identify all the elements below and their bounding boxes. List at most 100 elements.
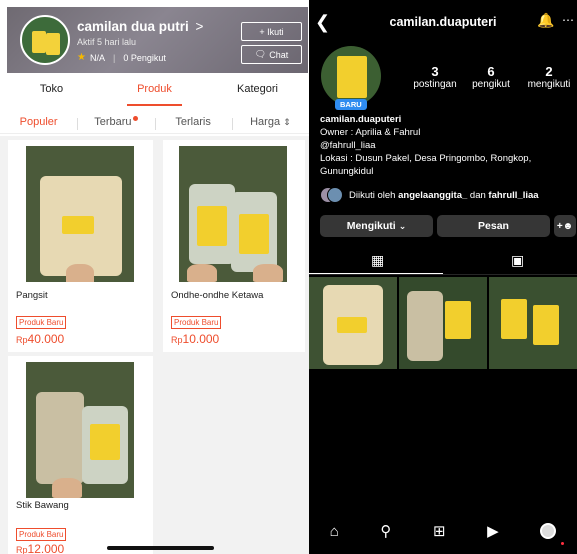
post-thumbnail[interactable] [489, 277, 577, 369]
followed-by-text: Diikuti oleh angelaanggita_ dan fahrull_… [349, 190, 539, 201]
add-person-icon: +☻ [556, 220, 574, 232]
product-image [26, 146, 134, 282]
product-card[interactable]: Pangsit Produk Baru Rp40.000 [8, 140, 153, 352]
hand-shape [66, 264, 94, 282]
product-card[interactable]: Ondhe-ondhe Ketawa Produk Baru Rp10.000 [163, 140, 305, 352]
posts-stat[interactable]: 3 postingan [407, 64, 463, 90]
product-bag-shape [407, 291, 443, 361]
product-label-shape [501, 299, 527, 339]
tagged-icon[interactable]: ▣ [511, 252, 524, 269]
price-currency: Rp [16, 545, 28, 554]
mutual-user: angelaanggita_ [398, 189, 468, 201]
message-button-label: Pesan [478, 220, 509, 232]
reels-icon[interactable]: ▶ [487, 522, 499, 540]
price-currency: Rp [16, 335, 28, 345]
stat-label: postingan [413, 79, 457, 90]
bio-line: Lokasi : Dusun Pakel, Desa Pringombo, Ro… [320, 153, 532, 164]
rating-value: N/A [89, 52, 105, 63]
new-product-badge: Produk Baru [171, 316, 222, 329]
new-badge: BARU [335, 99, 367, 110]
avatar-product-image [337, 56, 367, 98]
shop-stats: ★ N/A | 0 Pengikut [77, 52, 166, 63]
message-button[interactable]: Pesan [437, 215, 550, 237]
grid-icon[interactable]: ▦ [371, 252, 384, 269]
stat-label: pengikut [472, 79, 510, 90]
shop-name[interactable]: camilan dua putri > [77, 19, 203, 34]
chat-button[interactable]: 🗨 Chat [241, 45, 302, 64]
mutual-user: fahrull_liaa [488, 189, 539, 201]
product-grid: Pangsit Produk Baru Rp40.000 Ondhe-ondhe… [0, 136, 309, 554]
product-image [179, 146, 287, 282]
shop-avatar[interactable] [20, 15, 70, 65]
product-label-shape [337, 317, 367, 333]
bio-mention-link[interactable]: @fahrull_liaa [320, 139, 570, 152]
bio-line: Owner : Aprilia & Fahrul [320, 127, 421, 138]
mutual-avatars [320, 187, 343, 203]
tab-produk[interactable]: Produk [103, 80, 206, 106]
post-thumbnail[interactable] [309, 277, 397, 369]
sort-populer[interactable]: Populer [0, 116, 77, 128]
profile-content-tabs: ▦ ▣ [309, 245, 577, 275]
stat-value: 6 [487, 64, 495, 79]
product-label-shape [90, 424, 120, 460]
post-grid [309, 277, 577, 369]
followed-by[interactable]: Diikuti oleh angelaanggita_ dan fahrull_… [320, 187, 539, 203]
followers-stat[interactable]: 6 pengikut [465, 64, 517, 90]
home-icon[interactable]: ⌂ [330, 523, 339, 540]
product-name: Stik Bawang [16, 500, 69, 511]
sort-terbaru[interactable]: Terbaru [77, 115, 154, 130]
followed-by-conjunction: dan [469, 189, 486, 201]
search-icon[interactable]: ⚲ [380, 522, 391, 540]
chevron-right-icon: > [195, 19, 204, 34]
product-name: Ondhe-ondhe Ketawa [171, 290, 264, 301]
hand-shape [187, 264, 217, 282]
bell-icon[interactable]: 🔔 [537, 12, 554, 29]
hand-shape [52, 478, 82, 498]
shop-header: camilan dua putri > Aktif 5 hari lalu ★ … [7, 7, 308, 73]
shop-tabs: Toko Produk Kategori [0, 80, 309, 106]
profile-tab-avatar[interactable] [540, 523, 557, 539]
sort-terlaris[interactable]: Terlaris [154, 115, 232, 130]
follow-button-label: + Ikuti [259, 26, 284, 37]
sort-label: Terlaris [175, 115, 211, 128]
sort-bar: Populer Terbaru Terlaris Harga ⇕ [0, 110, 309, 134]
stat-label: mengikuti [527, 79, 571, 90]
stat-value: 2 [545, 64, 553, 79]
home-indicator[interactable] [107, 546, 214, 550]
active-status: Aktif 5 hari lalu [77, 37, 137, 47]
shopee-shop-screen: camilan dua putri > Aktif 5 hari lalu ★ … [0, 0, 309, 554]
avatar-product-image [32, 31, 46, 53]
new-indicator-dot [132, 115, 138, 121]
avatar [327, 187, 343, 203]
create-post-icon[interactable]: ⊞ [433, 522, 446, 540]
active-tab-indicator [309, 273, 443, 274]
notification-dot [561, 542, 564, 545]
following-button[interactable]: Mengikuti ⌄ [320, 215, 433, 237]
sort-arrows-icon: ⇕ [283, 116, 291, 127]
new-product-badge: Produk Baru [16, 528, 67, 541]
more-options-icon[interactable]: ⋯ [562, 13, 574, 27]
bio-line: Gunungkidul [320, 166, 374, 177]
profile-bio: camilan.duaputeri Owner : Aprilia & Fahr… [320, 113, 570, 178]
sort-harga[interactable]: Harga ⇕ [231, 116, 309, 130]
following-stat[interactable]: 2 mengikuti [521, 64, 577, 90]
product-price: 40.000 [27, 332, 65, 346]
tab-kategori[interactable]: Kategori [206, 80, 309, 106]
hand-shape [253, 264, 283, 282]
star-icon: ★ [77, 52, 86, 63]
follow-button[interactable]: + Ikuti [241, 22, 302, 41]
add-person-button[interactable]: +☻ [554, 215, 576, 237]
product-price: 10.000 [182, 332, 220, 346]
post-thumbnail[interactable] [399, 277, 487, 369]
profile-display-name: camilan.duaputeri [320, 114, 402, 125]
chat-icon: 🗨 [254, 49, 267, 59]
stat-value: 3 [431, 64, 439, 79]
profile-avatar[interactable] [321, 46, 381, 106]
instagram-profile-screen: ❮ camilan.duaputeri 🔔 ⋯ BARU 3 postingan… [309, 0, 577, 554]
new-product-badge: Produk Baru [16, 316, 67, 329]
product-image [26, 362, 134, 498]
tab-toko[interactable]: Toko [0, 80, 103, 106]
product-card[interactable]: Stik Bawang Produk Baru Rp12.000 [8, 356, 153, 554]
chevron-down-icon: ⌄ [398, 220, 407, 231]
product-label-shape [533, 305, 559, 345]
